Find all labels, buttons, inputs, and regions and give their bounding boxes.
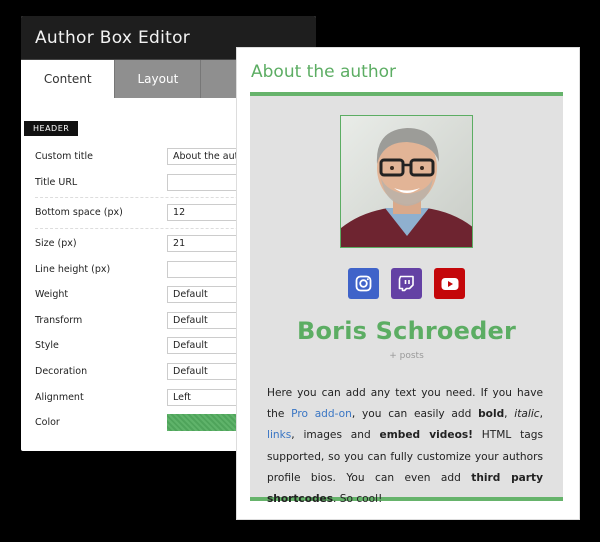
twitch-icon[interactable]	[391, 268, 422, 299]
color-label: Color	[35, 417, 60, 429]
author-avatar	[340, 115, 473, 248]
weight-label: Weight	[35, 289, 69, 301]
decoration-label: Decoration	[35, 366, 88, 378]
line-height-label: Line height (px)	[35, 263, 111, 275]
bio-text: ,	[539, 408, 543, 421]
author-bio: Here you can add any text you need. If y…	[267, 383, 543, 510]
bio-text: , you can easily add	[351, 408, 479, 421]
author-posts-link[interactable]: + posts	[250, 351, 563, 361]
author-box-preview: About the author Boris Schroeder + posts…	[236, 47, 580, 520]
social-links	[250, 268, 563, 299]
bio-bold-text: bold	[478, 408, 505, 421]
tab-content[interactable]: Content	[21, 60, 115, 98]
alignment-label: Alignment	[35, 391, 84, 403]
author-box-body: Boris Schroeder + posts Here you can add…	[250, 92, 563, 505]
transform-label: Transform	[35, 314, 83, 326]
bottom-space-label: Bottom space (px)	[35, 207, 123, 219]
section-header-label: HEADER	[24, 121, 79, 136]
youtube-icon[interactable]	[434, 268, 465, 299]
style-label: Style	[35, 340, 59, 352]
editor-title: Author Box Editor	[35, 27, 191, 48]
tab-layout[interactable]: Layout	[114, 60, 201, 98]
bio-text: , images and	[291, 429, 380, 442]
bio-links-link[interactable]: links	[267, 429, 291, 441]
size-label: Size (px)	[35, 238, 77, 250]
title-url-label: Title URL	[35, 176, 78, 188]
bio-text: ,	[504, 408, 515, 421]
bio-text: . So cool!	[333, 493, 383, 506]
bio-italic-text: italic	[514, 408, 540, 421]
author-photo-illustration	[341, 116, 472, 247]
author-name[interactable]: Boris Schroeder	[250, 317, 563, 345]
instagram-icon[interactable]	[348, 268, 379, 299]
pro-addon-link[interactable]: Pro add-on	[291, 408, 352, 420]
custom-title-label: Custom title	[35, 151, 93, 163]
preview-title: About the author	[251, 62, 396, 82]
bio-embed-text: embed videos!	[379, 429, 473, 442]
